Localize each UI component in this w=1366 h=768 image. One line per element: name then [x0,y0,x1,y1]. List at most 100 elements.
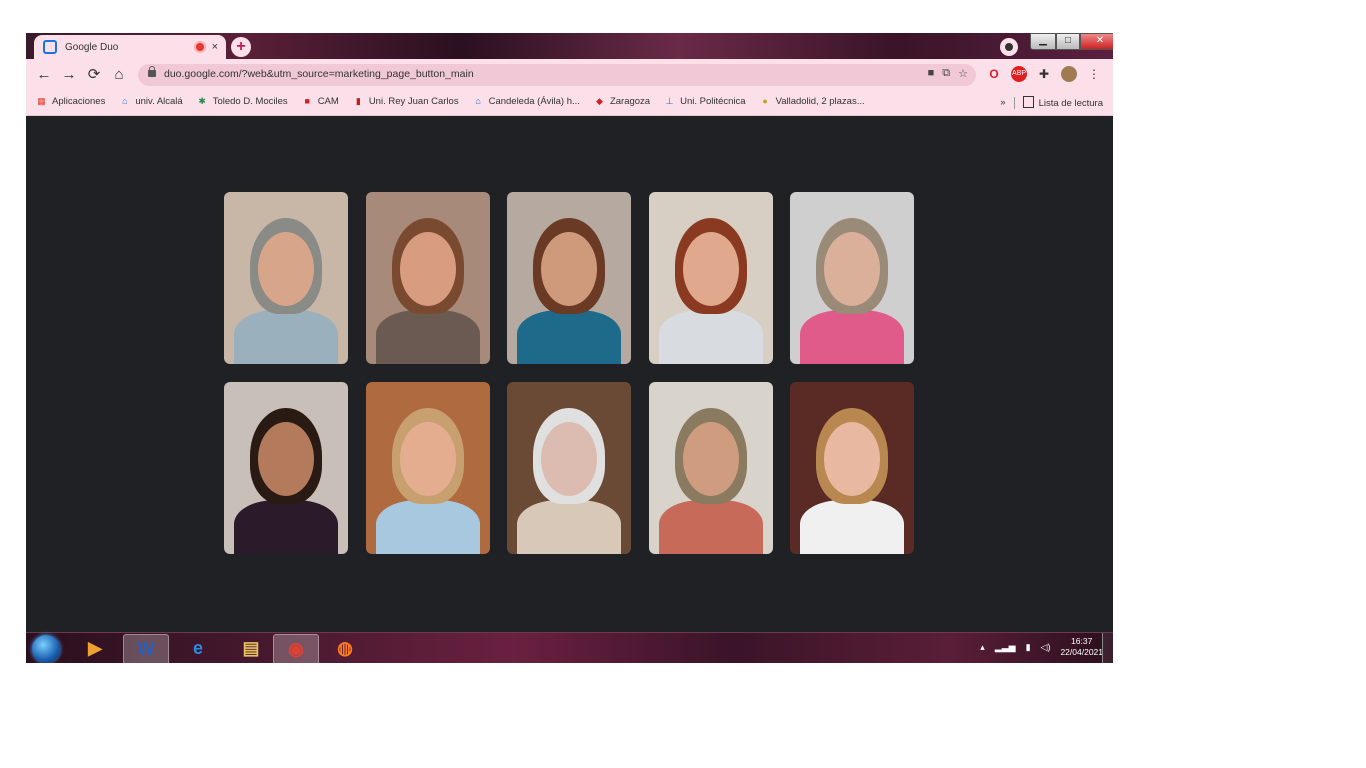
share-icon[interactable]: ⧉ [942,67,950,80]
reading-list-button[interactable]: Lista de lectura [1022,96,1103,109]
participant-video-tile[interactable] [365,192,490,364]
word-icon[interactable]: W [123,634,169,663]
bookmark-item[interactable]: ⊥ Uni. Politécnica [664,96,746,107]
participant-face [824,422,880,496]
bookmark-label: Valladolid, 2 plazas... [775,96,865,107]
participant-video-tile[interactable] [648,192,773,364]
power-icon[interactable]: ▮ [1026,642,1031,653]
tab-google-duo[interactable]: Google Duo × [34,35,226,59]
bookmark-item[interactable]: ⌂ Candeleda (Ávila) h... [473,96,580,107]
participant-video-tile[interactable] [507,192,631,364]
participant-face [682,232,739,306]
bookmark-item[interactable]: ▦ Aplicaciones [36,96,105,107]
bookmark-label: CAM [317,96,339,107]
duo-call-grid [26,116,1113,632]
bookmarks-divider [1013,96,1015,109]
cam-icon: ■ [304,96,310,106]
file-explorer-icon[interactable]: ▤ [229,634,273,663]
participant-face [541,422,597,496]
shield-icon: ◆ [595,96,603,106]
participant-body [375,500,480,554]
clock-time: 16:37 [1071,636,1093,646]
participant-face [258,232,314,306]
tab-title: Google Duo [65,41,119,53]
university-icon: ⊥ [665,96,674,106]
participant-video-tile[interactable] [224,382,348,554]
participant-video-tile[interactable] [648,382,773,554]
participant-face [541,232,597,306]
apps-grid-icon: ▦ [37,96,46,106]
bookmarks-bar: ▦ Aplicaciones ⌂ univ. Alcalá ✱ Toledo D. Moc… [26,91,1113,116]
bookmark-item[interactable]: ◆ Zaragoza [594,96,650,107]
address-bar[interactable]: duo.google.com/?web&utm_source=marketing… [138,64,976,86]
participant-body [800,500,904,554]
taskbar-clock[interactable]: 16:37 22/04/2021 [1060,636,1103,658]
bookmark-label: Aplicaciones [52,96,106,107]
bookmark-label: univ. Alcalá [135,96,183,107]
browser-toolbar: ← → ⟳ ⌂ duo.google.com/?web&utm_source=m… [26,59,1113,91]
participant-video-tile[interactable] [365,382,490,554]
home-button[interactable]: ⌂ [109,65,129,85]
close-window-button[interactable]: ✕ [1080,33,1113,50]
chrome-icon[interactable]: ◉ [273,634,319,663]
participant-body [234,500,338,554]
bookmark-item[interactable]: ■ CAM [302,96,339,107]
opera-extension-icon[interactable]: O [986,66,1002,82]
participant-body [517,500,621,554]
university-icon: ▮ [355,96,361,106]
bookmark-star-icon[interactable]: ☆ [958,67,968,80]
tab-search-button[interactable] [1000,38,1018,56]
address-url[interactable]: duo.google.com/?web&utm_source=marketing… [164,68,474,80]
bookmark-item[interactable]: ● Valladolid, 2 plazas... [760,96,865,107]
clock-date: 22/04/2021 [1060,647,1103,657]
participant-face [824,232,880,306]
bookmark-icon: ✱ [198,96,206,106]
forward-button[interactable]: → [59,65,79,85]
back-button[interactable]: ← [34,65,54,85]
menu-kebab-icon[interactable]: ⋮ [1086,66,1102,82]
new-tab-button[interactable]: + [231,37,251,57]
reload-button[interactable]: ⟳ [84,65,104,85]
internet-explorer-icon[interactable]: e [176,634,220,663]
university-icon: ⌂ [122,96,128,106]
participant-body [658,310,763,364]
camera-in-use-icon[interactable]: ■ [928,67,935,80]
firefox-icon[interactable]: ◍ [323,634,367,663]
extensions-puzzle-icon[interactable]: ✚ [1036,66,1052,82]
start-button[interactable] [32,635,60,663]
minimize-button[interactable]: ▁ [1030,33,1056,50]
participant-body [800,310,904,364]
bookmark-label: Candeleda (Ávila) h... [488,96,580,107]
participant-body [658,500,763,554]
bookmark-item[interactable]: ⌂ univ. Alcalá [119,96,183,107]
participant-video-tile[interactable] [790,192,914,364]
participant-video-tile[interactable] [224,192,348,364]
participant-face [258,422,314,496]
bookmark-item[interactable]: ✱ Toledo D. Mociles [197,96,288,107]
duo-favicon-icon [43,40,57,54]
crest-icon: ● [762,96,768,106]
reading-list-icon [1022,96,1034,108]
participant-body [234,310,338,364]
maximize-button[interactable]: □ [1056,33,1080,50]
bookmark-label: Uni. Politécnica [680,96,746,107]
network-icon[interactable]: ▂▃▅ [995,642,1016,653]
bookmark-item[interactable]: ▮ Uni. Rey Juan Carlos [353,96,459,107]
building-icon: ⌂ [475,96,481,106]
participant-body [517,310,621,364]
show-desktop-button[interactable] [1102,633,1113,663]
bookmark-label: Uni. Rey Juan Carlos [368,96,459,107]
participant-video-tile[interactable] [507,382,631,554]
volume-icon[interactable]: ◁) [1041,642,1051,653]
profile-avatar-icon[interactable] [1061,66,1077,82]
bookmark-label: Toledo D. Mociles [212,96,288,107]
tab-close-icon[interactable]: × [212,41,218,53]
bookmarks-overflow-icon[interactable]: » [1000,97,1005,108]
participant-video-tile[interactable] [790,382,914,554]
desktop-screen: Google Duo × + ▁ □ ✕ ← → ⟳ ⌂ duo.google.… [26,33,1113,663]
lock-icon [148,66,156,77]
media-player-icon[interactable]: ▶ [73,634,117,663]
reading-list-label: Lista de lectura [1038,98,1103,109]
tray-expand-icon[interactable]: ▴ [980,642,985,653]
adblock-extension-icon[interactable]: ABP [1011,66,1027,82]
